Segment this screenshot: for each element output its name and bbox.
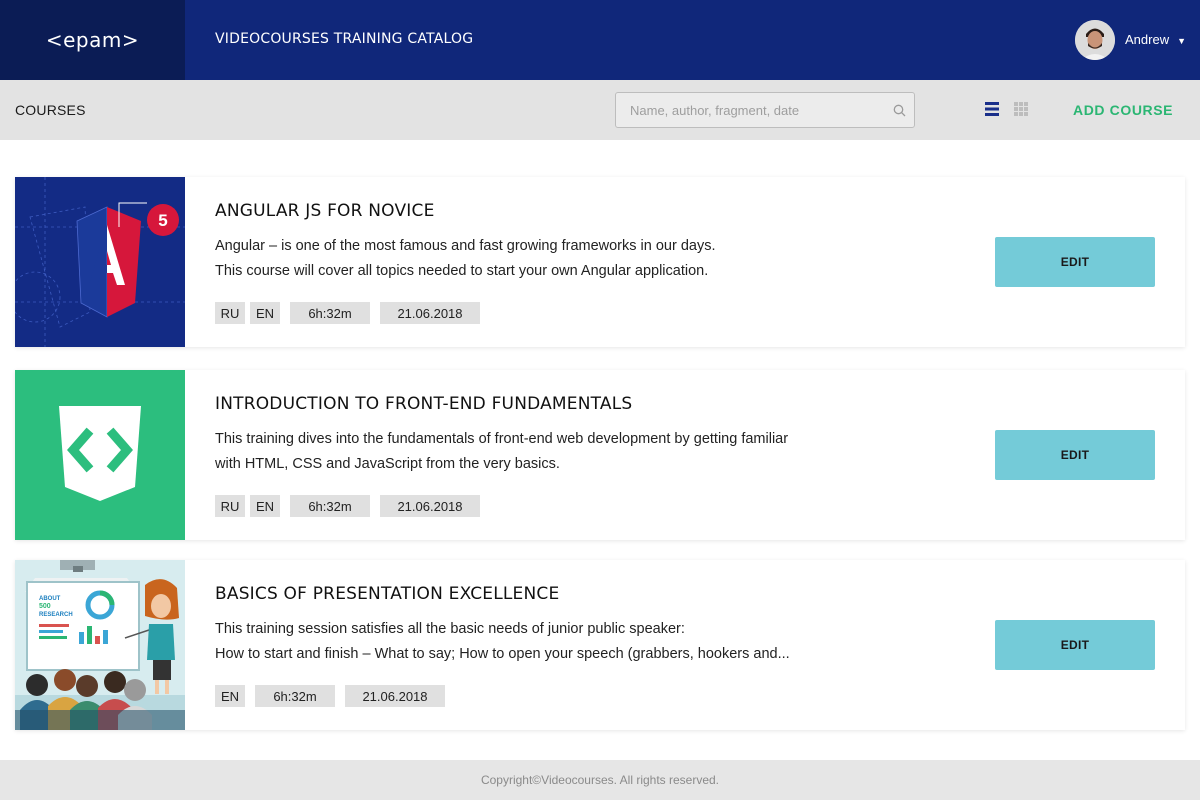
course-meta: EN 6h:32m 21.06.2018 <box>215 685 450 707</box>
duration-tag: 6h:32m <box>290 302 370 324</box>
course-card: INTRODUCTION TO FRONT-END FUNDAMENTALS T… <box>15 370 1185 540</box>
logo-area[interactable]: <epam> <box>0 0 185 80</box>
duration-tag: 6h:32m <box>290 495 370 517</box>
course-thumbnail-frontend <box>15 370 185 540</box>
search-input[interactable] <box>616 93 914 127</box>
description-line: Angular – is one of the most famous and … <box>215 238 716 254</box>
course-card: ABOUT 500 RESEARCH BASICS OF PRESENTATIO… <box>15 560 1185 730</box>
edit-button[interactable]: EDIT <box>995 430 1155 480</box>
description-line: This training session satisfies all the … <box>215 621 685 637</box>
list-view-icon[interactable] <box>985 102 999 116</box>
course-meta: RU EN 6h:32m 21.06.2018 <box>215 302 485 324</box>
course-title[interactable]: ANGULAR JS FOR NOVICE <box>215 201 435 221</box>
search-icon[interactable] <box>893 104 906 117</box>
course-description: This training dives into the fundamental… <box>215 427 895 477</box>
app-title: VIDEOCOURSES TRAINING CATALOG <box>215 31 474 47</box>
language-tag: RU <box>215 495 245 517</box>
course-description: This training session satisfies all the … <box>215 617 895 667</box>
board-label: 500 <box>39 603 51 610</box>
search-box[interactable] <box>615 92 915 128</box>
toolbar: COURSES ADD COURSE <box>0 80 1200 140</box>
angular-version-badge: 5 <box>158 211 167 230</box>
description-line: This training dives into the fundamental… <box>215 431 789 447</box>
description-line: This course will cover all topics needed… <box>215 263 709 279</box>
user-menu[interactable]: Andrew ▼ <box>1075 20 1186 60</box>
course-title[interactable]: BASICS OF PRESENTATION EXCELLENCE <box>215 584 559 604</box>
course-meta: RU EN 6h:32m 21.06.2018 <box>215 495 485 517</box>
section-title: COURSES <box>15 102 86 118</box>
epam-logo[interactable]: <epam> <box>46 28 139 52</box>
description-line: How to start and finish – What to say; H… <box>215 646 790 662</box>
course-card: 5 ANGULAR JS FOR NOVICE Angular – is one… <box>15 177 1185 347</box>
user-name[interactable]: Andrew <box>1125 32 1169 47</box>
course-thumbnail-presentation: ABOUT 500 RESEARCH <box>15 560 185 730</box>
avatar[interactable] <box>1075 20 1115 60</box>
date-tag: 21.06.2018 <box>380 302 480 324</box>
language-tag: RU <box>215 302 245 324</box>
date-tag: 21.06.2018 <box>345 685 445 707</box>
edit-button[interactable]: EDIT <box>995 620 1155 670</box>
duration-tag: 6h:32m <box>255 685 335 707</box>
grid-view-icon[interactable] <box>1014 102 1028 116</box>
board-label: ABOUT <box>39 596 61 602</box>
date-tag: 21.06.2018 <box>380 495 480 517</box>
course-title[interactable]: INTRODUCTION TO FRONT-END FUNDAMENTALS <box>215 394 632 414</box>
course-description: Angular – is one of the most famous and … <box>215 234 895 284</box>
language-tag: EN <box>250 495 280 517</box>
top-header: <epam> VIDEOCOURSES TRAINING CATALOG And… <box>0 0 1200 80</box>
add-course-button[interactable]: ADD COURSE <box>1073 102 1173 118</box>
description-line: with HTML, CSS and JavaScript from the v… <box>215 456 560 472</box>
board-label: RESEARCH <box>39 612 73 618</box>
language-tag: EN <box>250 302 280 324</box>
course-thumbnail-angular: 5 <box>15 177 185 347</box>
edit-button[interactable]: EDIT <box>995 237 1155 287</box>
chevron-down-icon[interactable]: ▼ <box>1177 36 1186 46</box>
language-tag: EN <box>215 685 245 707</box>
copyright-text: Copyright©Videocourses. All rights reser… <box>480 773 720 787</box>
footer: Copyright©Videocourses. All rights reser… <box>0 760 1200 800</box>
